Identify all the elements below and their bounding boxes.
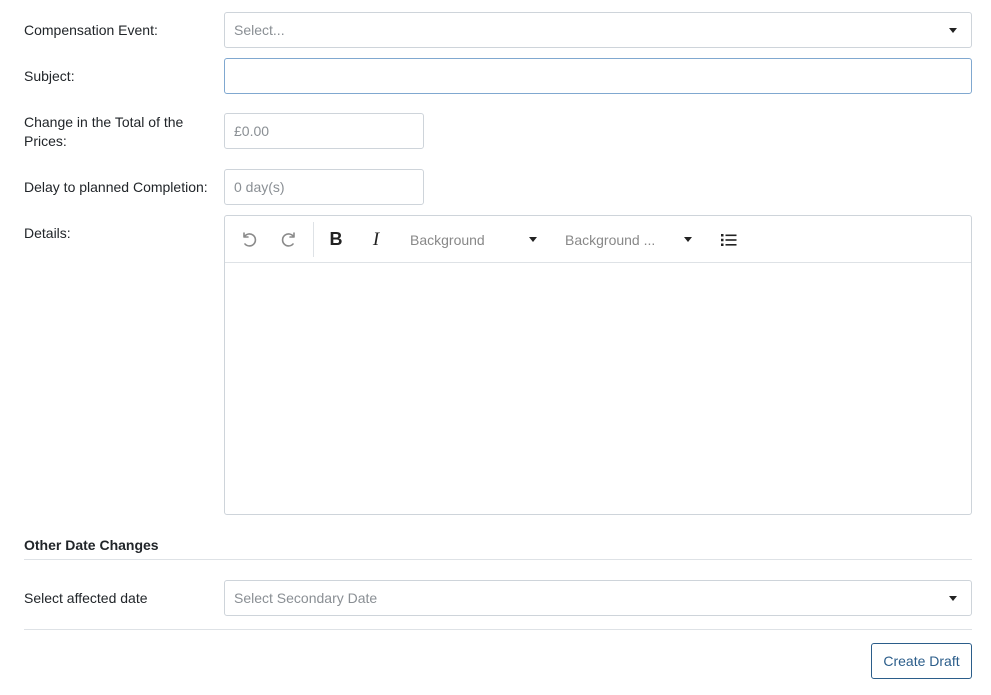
background-select-label: Background [410, 231, 485, 248]
chevron-down-icon [949, 595, 957, 601]
details-label: Details: [24, 225, 71, 241]
chevron-down-icon [684, 237, 692, 242]
subject-label: Subject: [24, 68, 75, 84]
italic-button[interactable]: I [363, 216, 389, 263]
affected-date-select[interactable]: Select Secondary Date [224, 580, 972, 616]
compensation-event-label: Compensation Event: [24, 22, 158, 38]
bulleted-list-icon[interactable] [715, 216, 743, 263]
editor-toolbar: B I Background Background ... [225, 216, 971, 263]
section-divider [24, 559, 972, 560]
delay-placeholder: 0 day(s) [234, 179, 285, 195]
other-date-changes-heading: Other Date Changes [24, 537, 159, 553]
delay-label: Delay to planned Completion: [24, 179, 208, 195]
details-editor[interactable]: B I Background Background ... [224, 215, 972, 515]
subject-input[interactable] [224, 58, 972, 94]
toolbar-divider [313, 222, 314, 257]
background-select[interactable]: Background [410, 216, 537, 263]
undo-icon[interactable] [235, 216, 263, 263]
background-color-select-label: Background ... [565, 231, 656, 248]
compensation-event-select[interactable]: Select... [224, 12, 972, 48]
chevron-down-icon [529, 237, 537, 242]
affected-date-placeholder: Select Secondary Date [234, 590, 378, 606]
delay-input[interactable]: 0 day(s) [224, 169, 424, 205]
bold-button[interactable]: B [323, 216, 349, 263]
redo-icon[interactable] [275, 216, 303, 263]
footer-divider [24, 629, 972, 630]
chevron-down-icon [949, 27, 957, 33]
price-change-placeholder: £0.00 [234, 123, 270, 139]
editor-content-area[interactable] [225, 263, 971, 514]
background-color-select[interactable]: Background ... [565, 216, 692, 263]
price-change-input[interactable]: £0.00 [224, 113, 424, 149]
create-draft-button[interactable]: Create Draft [871, 643, 972, 679]
price-change-label: Change in the Total of the Prices: [24, 114, 184, 149]
affected-date-label: Select affected date [24, 590, 148, 606]
compensation-event-placeholder: Select... [234, 22, 285, 38]
